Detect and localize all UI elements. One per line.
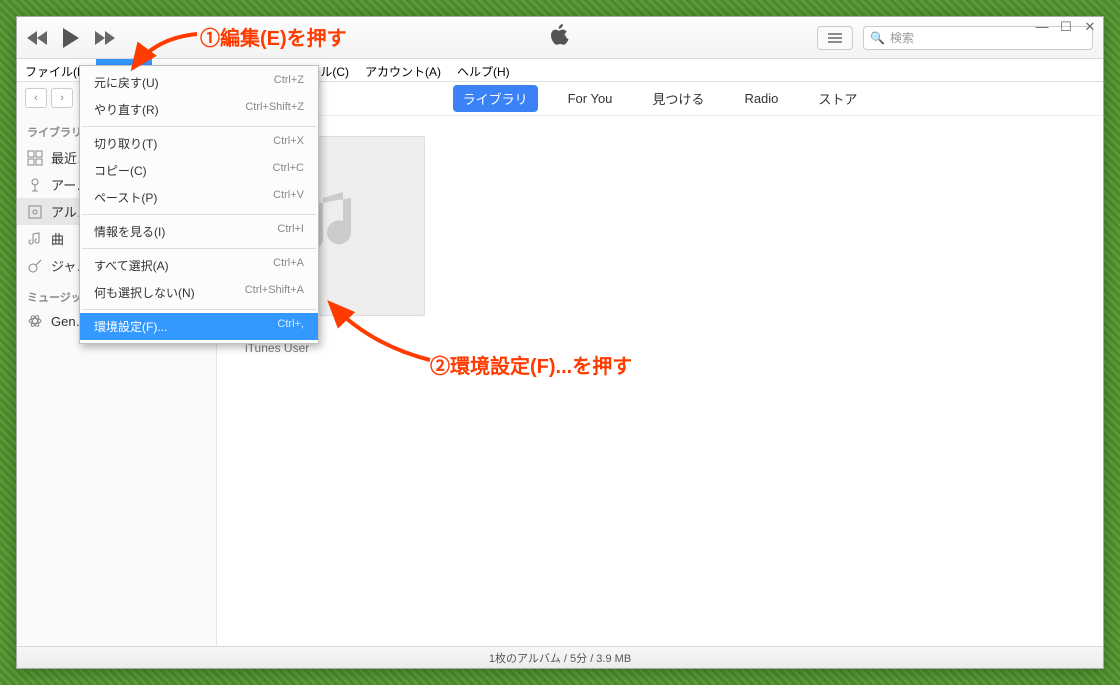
dropdown-item-label: コピー(C) — [94, 162, 147, 179]
dropdown-item[interactable]: 情報を見る(I) Ctrl+I — [80, 218, 318, 245]
playback-controls — [27, 27, 115, 49]
tab-foryou[interactable]: For You — [558, 87, 623, 110]
minimize-button[interactable]: — — [1035, 19, 1049, 35]
atom-icon — [27, 313, 43, 329]
tab-discover[interactable]: 見つける — [642, 85, 714, 112]
tab-store[interactable]: ストア — [808, 85, 867, 112]
dropdown-item-shortcut: Ctrl+X — [273, 135, 304, 152]
window-controls: — ☐ ✕ — [1035, 19, 1097, 35]
nav-forward-button[interactable]: › — [51, 88, 73, 108]
play-button[interactable] — [61, 27, 81, 49]
dropdown-item-shortcut: Ctrl+Shift+A — [245, 284, 304, 301]
dropdown-item[interactable]: すべて選択(A) Ctrl+A — [80, 252, 318, 279]
dropdown-item-label: すべて選択(A) — [94, 257, 169, 274]
dropdown-separator — [82, 309, 316, 310]
dropdown-item-shortcut: Ctrl+, — [277, 318, 304, 335]
dropdown-item-label: 何も選択しない(N) — [94, 284, 195, 301]
sidebar-item-label: 曲 — [51, 229, 64, 248]
dropdown-item[interactable]: コピー(C) Ctrl+C — [80, 157, 318, 184]
apple-logo-icon — [550, 23, 570, 52]
dropdown-item[interactable]: 環境設定(F)... Ctrl+, — [80, 313, 318, 340]
close-button[interactable]: ✕ — [1083, 19, 1097, 35]
tab-strip: ライブラリ For You 見つける Radio ストア — [217, 82, 1103, 116]
album-icon — [27, 204, 43, 220]
prev-button[interactable] — [27, 30, 49, 46]
status-bar: 1枚のアルバム / 5分 / 3.9 MB — [17, 646, 1103, 668]
nav-back-button[interactable]: ‹ — [25, 88, 47, 108]
search-icon: 🔍 — [870, 31, 885, 45]
status-text: 1枚のアルバム / 5分 / 3.9 MB — [489, 650, 631, 666]
dropdown-separator — [82, 248, 316, 249]
dropdown-item[interactable]: やり直す(R) Ctrl+Shift+Z — [80, 96, 318, 123]
tab-radio[interactable]: Radio — [734, 87, 788, 110]
dropdown-item-label: 環境設定(F)... — [94, 318, 167, 335]
menu-account[interactable]: アカウント(A) — [357, 59, 449, 81]
search-placeholder: 検索 — [890, 29, 914, 46]
dropdown-item-shortcut: Ctrl+Shift+Z — [245, 101, 304, 118]
dropdown-separator — [82, 126, 316, 127]
guitar-icon — [27, 258, 43, 274]
dropdown-item-label: 情報を見る(I) — [94, 223, 165, 240]
dropdown-item-shortcut: Ctrl+I — [277, 223, 304, 240]
dropdown-item-label: 元に戻す(U) — [94, 74, 159, 91]
dropdown-item[interactable]: 元に戻す(U) Ctrl+Z — [80, 69, 318, 96]
dropdown-item-shortcut: Ctrl+V — [273, 189, 304, 206]
dropdown-item-shortcut: Ctrl+C — [273, 162, 304, 179]
mic-icon — [27, 177, 43, 193]
next-button[interactable] — [93, 30, 115, 46]
dropdown-item-label: 切り取り(T) — [94, 135, 157, 152]
toolbar: 🔍 検索 — [17, 17, 1103, 59]
dropdown-item[interactable]: 何も選択しない(N) Ctrl+Shift+A — [80, 279, 318, 306]
edit-dropdown-menu: 元に戻す(U) Ctrl+Z やり直す(R) Ctrl+Shift+Z 切り取り(T) C… — [79, 65, 319, 344]
dropdown-item-shortcut: Ctrl+A — [273, 257, 304, 274]
dropdown-item-label: ペースト(P) — [94, 189, 157, 206]
dropdown-item-shortcut: Ctrl+Z — [274, 74, 304, 91]
dropdown-item[interactable]: 切り取り(T) Ctrl+X — [80, 130, 318, 157]
dropdown-item-label: やり直す(R) — [94, 101, 159, 118]
dropdown-item[interactable]: ペースト(P) Ctrl+V — [80, 184, 318, 211]
dropdown-separator — [82, 214, 316, 215]
grid-icon — [27, 150, 43, 166]
menu-help[interactable]: ヘルプ(H) — [449, 59, 518, 81]
tab-library[interactable]: ライブラリ — [453, 85, 538, 112]
note-icon — [27, 231, 43, 247]
maximize-button[interactable]: ☐ — [1059, 19, 1073, 35]
main-panel: ライブラリ For You 見つける Radio ストア Test CD iTu… — [217, 82, 1103, 646]
album-grid: Test CD iTunes User — [217, 116, 1103, 646]
list-view-button[interactable] — [817, 26, 853, 50]
